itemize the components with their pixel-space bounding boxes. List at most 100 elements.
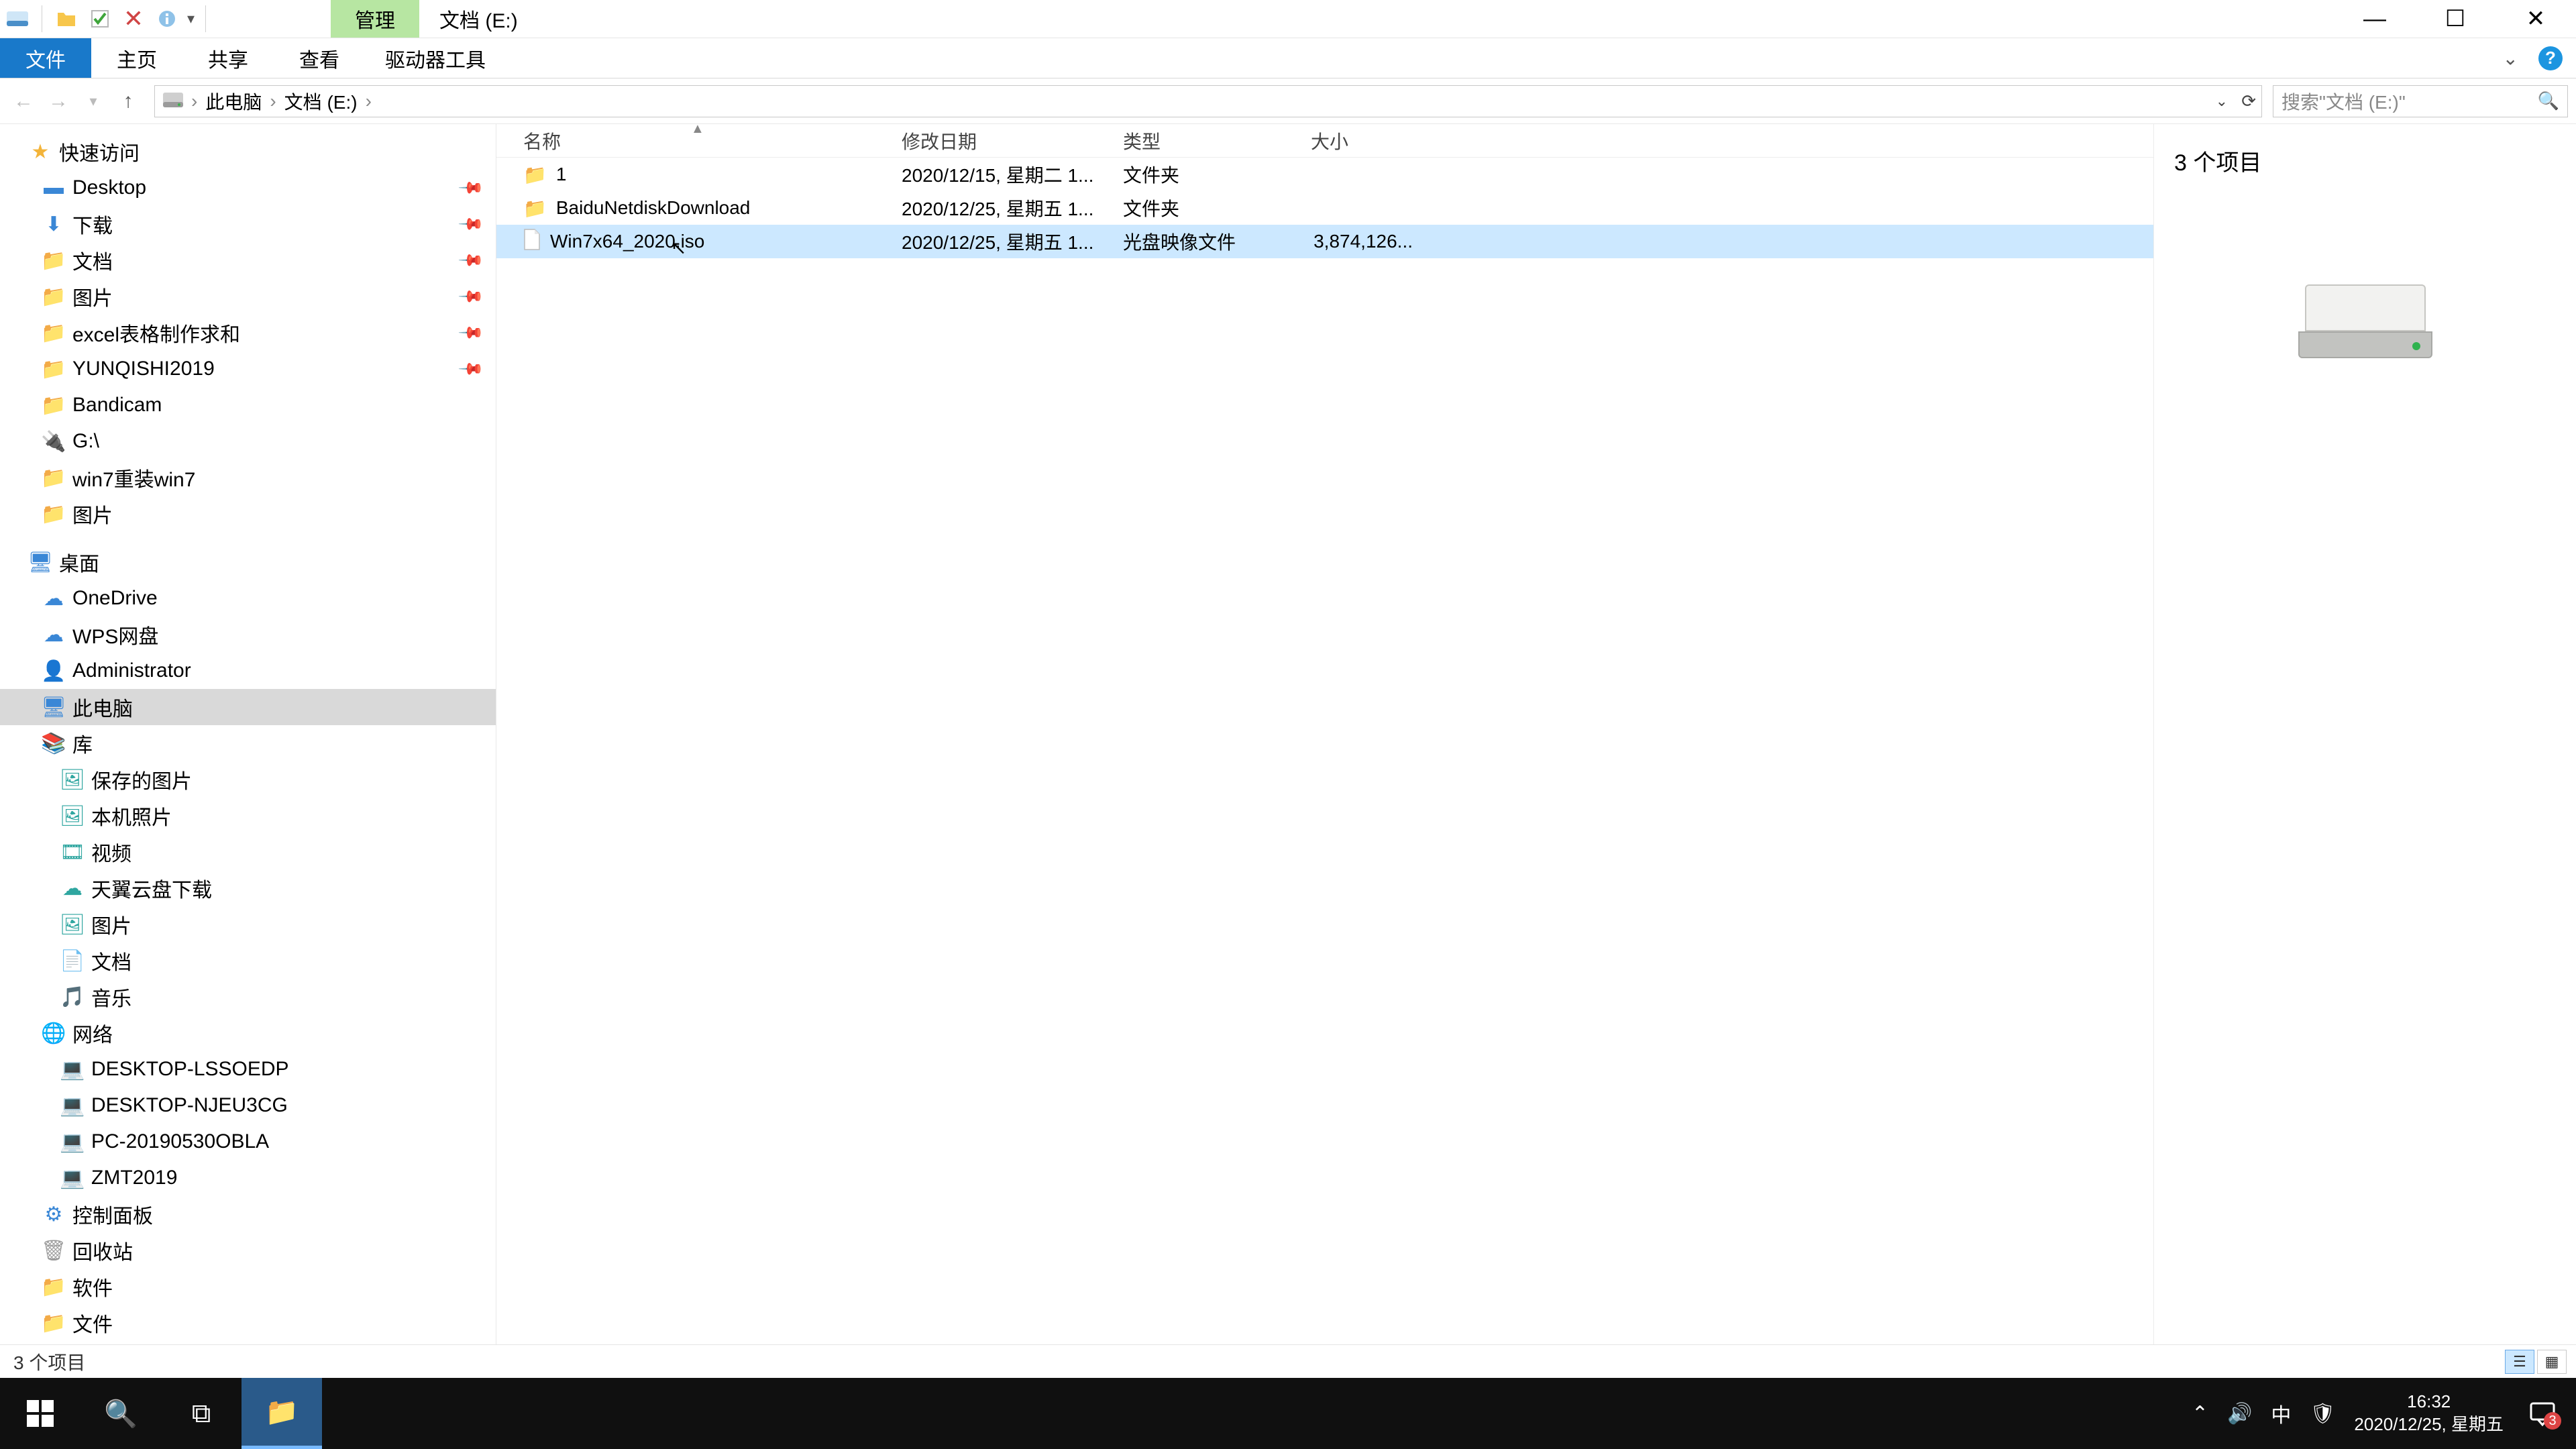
- column-date[interactable]: 修改日期: [892, 124, 1114, 157]
- status-bar: 3 个项目 ☰ ▦: [0, 1344, 2576, 1378]
- breadcrumb-chevron-icon[interactable]: ›: [189, 91, 200, 112]
- nav-back-button[interactable]: ←: [8, 86, 39, 117]
- tree-documents[interactable]: 📁 文档 📌: [0, 242, 496, 278]
- cloud-download-icon: ☁: [62, 877, 83, 899]
- qat-delete-icon[interactable]: ✕: [120, 5, 147, 32]
- tree-desktop-cn[interactable]: 🖥 桌面: [0, 544, 496, 580]
- tree-bandicam[interactable]: 📁 Bandicam: [0, 387, 496, 423]
- taskbar[interactable]: 🔍 ⧉ 📁 ⌃ 🔊 中 🛡 16:32 2020/12/25, 星期五 3: [0, 1378, 2576, 1449]
- tree-documents2[interactable]: 📄 文档: [0, 943, 496, 979]
- qat-check-icon[interactable]: [87, 5, 113, 32]
- pin-icon: 📌: [457, 246, 485, 274]
- search-icon[interactable]: 🔍: [2538, 91, 2559, 111]
- tree-files[interactable]: 📁 文件: [0, 1305, 496, 1341]
- ribbon-tab-share[interactable]: 共享: [182, 38, 274, 78]
- desktop-icon: ▬: [43, 177, 64, 199]
- tree-library[interactable]: 📚 库: [0, 725, 496, 761]
- tree-label: 文档: [91, 946, 131, 975]
- tree-excel[interactable]: 📁 excel表格制作求和 📌: [0, 315, 496, 351]
- action-center-button[interactable]: 3: [2522, 1393, 2563, 1434]
- navigation-tree[interactable]: ★ 快速访问 ▬ Desktop 📌 ⬇ 下载 📌 📁 文档 📌 📁 图片 📌 …: [0, 124, 496, 1344]
- ribbon-collapse-chevron-icon[interactable]: ⌄: [2503, 47, 2518, 69]
- file-row[interactable]: 📁 BaiduNetdiskDownload 2020/12/25, 星期五 1…: [496, 191, 2153, 225]
- breadcrumb-drive[interactable]: 文档 (E:): [284, 88, 358, 115]
- view-icons-button[interactable]: ▦: [2537, 1350, 2567, 1374]
- qat-new-folder-icon[interactable]: [53, 5, 80, 32]
- qat-customize-chevron-icon[interactable]: ▾: [187, 10, 195, 28]
- file-list[interactable]: ▲ 名称 修改日期 类型 大小 📁 1 2020/12/15, 星期二 1...…: [496, 124, 2153, 1344]
- tree-pictures[interactable]: 📁 图片 📌: [0, 278, 496, 315]
- context-tab-manage[interactable]: 管理: [331, 0, 419, 38]
- tree-video[interactable]: 🎞 视频: [0, 834, 496, 870]
- tree-pictures2[interactable]: 📁 图片: [0, 496, 496, 532]
- tree-pc1[interactable]: 💻 DESKTOP-LSSOEDP: [0, 1051, 496, 1087]
- tray-clock[interactable]: 16:32 2020/12/25, 星期五: [2354, 1391, 2504, 1436]
- tree-desktop[interactable]: ▬ Desktop 📌: [0, 170, 496, 206]
- tree-yunqishi[interactable]: 📁 YUNQISHI2019 📌: [0, 351, 496, 387]
- security-icon[interactable]: 🛡: [2310, 1402, 2335, 1426]
- tree-downloads[interactable]: ⬇ 下载 📌: [0, 206, 496, 242]
- tree-onedrive[interactable]: ☁ OneDrive: [0, 580, 496, 616]
- breadcrumb-root[interactable]: 此电脑: [205, 88, 262, 115]
- tree-pc3[interactable]: 💻 PC-20190530OBLA: [0, 1124, 496, 1160]
- title-bar: ✕ ▾ 管理 文档 (E:) — ☐ ✕: [0, 0, 2576, 38]
- preview-pane: 3 个项目: [2153, 124, 2576, 1344]
- file-row[interactable]: 📁 1 2020/12/15, 星期二 1... 文件夹: [496, 158, 2153, 191]
- tree-quick-access[interactable]: ★ 快速访问: [0, 133, 496, 170]
- ribbon-tab-view[interactable]: 查看: [274, 38, 365, 78]
- video-icon: 🎞: [62, 841, 83, 863]
- tree-software[interactable]: 📁 软件: [0, 1269, 496, 1305]
- tree-network[interactable]: 🌐 网络: [0, 1015, 496, 1051]
- help-button[interactable]: ?: [2538, 46, 2563, 70]
- tree-administrator[interactable]: 👤 Administrator: [0, 653, 496, 689]
- nav-forward-button[interactable]: →: [43, 86, 74, 117]
- taskbar-search-button[interactable]: 🔍: [80, 1378, 161, 1449]
- tree-music[interactable]: 🎵 音乐: [0, 979, 496, 1015]
- maximize-button[interactable]: ☐: [2415, 0, 2496, 38]
- computer-icon: 💻: [62, 1095, 83, 1116]
- tree-wps[interactable]: ☁ WPS网盘: [0, 616, 496, 653]
- ribbon-tab-home[interactable]: 主页: [91, 38, 182, 78]
- tree-saved-pics[interactable]: 🖼 保存的图片: [0, 761, 496, 798]
- folder-icon: 📁: [43, 358, 64, 380]
- file-row[interactable]: Win7x64_2020.iso 2020/12/25, 星期五 1... 光盘…: [496, 225, 2153, 258]
- address-history-dropdown-icon[interactable]: ⌄: [2216, 93, 2228, 110]
- tray-chevron-icon[interactable]: ⌃: [2192, 1402, 2208, 1426]
- tree-pc2[interactable]: 💻 DESKTOP-NJEU3CG: [0, 1087, 496, 1124]
- nav-up-button[interactable]: ↑: [113, 86, 144, 117]
- folder-icon: 📁: [43, 394, 64, 416]
- taskbar-explorer-button[interactable]: 📁: [241, 1378, 322, 1449]
- tree-camera-roll[interactable]: 🖼 本机照片: [0, 798, 496, 834]
- tree-pictures3[interactable]: 🖼 图片: [0, 906, 496, 943]
- qat-properties-icon[interactable]: [154, 5, 180, 32]
- nav-recent-dropdown[interactable]: ▾: [78, 86, 109, 117]
- main-area: ★ 快速访问 ▬ Desktop 📌 ⬇ 下载 📌 📁 文档 📌 📁 图片 📌 …: [0, 124, 2576, 1344]
- tree-control-panel[interactable]: ⚙ 控制面板: [0, 1196, 496, 1232]
- start-button[interactable]: [0, 1378, 80, 1449]
- folder-icon: 📁: [43, 1312, 64, 1334]
- close-button[interactable]: ✕: [2496, 0, 2576, 38]
- task-view-button[interactable]: ⧉: [161, 1378, 241, 1449]
- desktop-icon: 🖥: [30, 551, 51, 573]
- tree-this-pc[interactable]: 🖥 此电脑: [0, 689, 496, 725]
- tree-win7[interactable]: 📁 win7重装win7: [0, 460, 496, 496]
- tree-pc4[interactable]: 💻 ZMT2019: [0, 1160, 496, 1196]
- refresh-button[interactable]: ⟳: [2241, 91, 2256, 111]
- column-size[interactable]: 大小: [1301, 124, 1422, 157]
- minimize-button[interactable]: —: [2334, 0, 2415, 38]
- ribbon-tab-drive-tools[interactable]: 驱动器工具: [365, 38, 506, 78]
- tree-gdrive[interactable]: 🔌 G:\: [0, 423, 496, 460]
- tree-label: 下载: [72, 209, 113, 239]
- volume-icon[interactable]: 🔊: [2227, 1402, 2252, 1426]
- breadcrumb-chevron-icon[interactable]: ›: [363, 91, 374, 112]
- ime-indicator[interactable]: 中: [2271, 1399, 2291, 1428]
- search-input[interactable]: 搜索"文档 (E:)" 🔍: [2273, 85, 2568, 117]
- column-type[interactable]: 类型: [1114, 124, 1301, 157]
- breadcrumb-chevron-icon[interactable]: ›: [267, 91, 278, 112]
- ribbon-tab-file[interactable]: 文件: [0, 38, 91, 78]
- file-date: 2020/12/15, 星期二 1...: [892, 161, 1114, 188]
- view-details-button[interactable]: ☰: [2505, 1350, 2534, 1374]
- address-breadcrumbs[interactable]: › 此电脑 › 文档 (E:) › ⌄ ⟳: [154, 85, 2262, 117]
- tree-tianyi[interactable]: ☁ 天翼云盘下载: [0, 870, 496, 906]
- tree-recycle[interactable]: 🗑 回收站: [0, 1232, 496, 1269]
